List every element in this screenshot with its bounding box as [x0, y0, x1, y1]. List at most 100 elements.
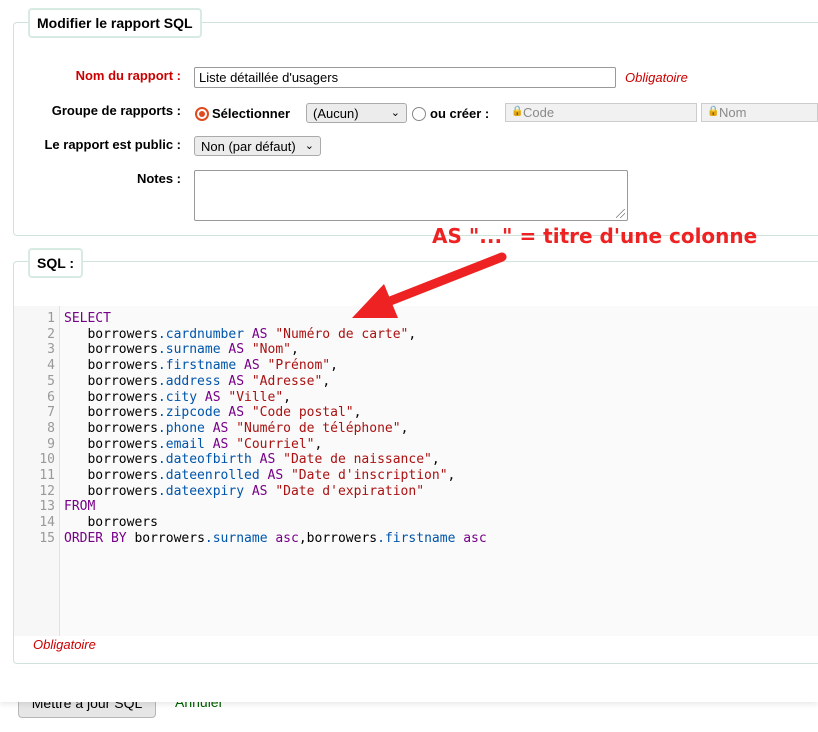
code-token: asc — [267, 530, 299, 546]
code-token: borrowers — [64, 436, 158, 452]
line-number: 2 — [47, 326, 55, 342]
code-token: borrowers — [64, 326, 158, 342]
code-text: borrowers.dateofbirth AS "Date de naissa… — [64, 452, 440, 468]
code-token: "Courriel" — [236, 436, 315, 452]
line-number: 4 — [47, 358, 55, 374]
group-name-placeholder: Nom — [719, 105, 747, 120]
code-token: "Code postal" — [251, 405, 354, 421]
report-public-label: Le rapport est public : — [44, 137, 181, 152]
code-text: borrowers.city AS "Ville", — [64, 390, 291, 406]
code-token: , — [353, 405, 362, 421]
line-number: 10 — [39, 452, 55, 468]
line-number: 14 — [39, 515, 55, 531]
line-number: 3 — [47, 342, 55, 358]
report-public-value: Non (par défaut) — [201, 139, 296, 154]
code-token: AS — [244, 483, 276, 499]
group-create-radio-label: ou créer : — [430, 106, 490, 121]
group-code-input[interactable]: 🔒 Code — [505, 103, 697, 122]
code-token: .firstname — [157, 358, 237, 374]
code-token: "Numéro de carte" — [275, 326, 409, 342]
code-token: borrowers — [64, 420, 158, 436]
line-number: 1 — [47, 311, 55, 326]
code-token: .firstname — [377, 530, 456, 546]
code-token: .address — [157, 373, 221, 389]
code-token: borrowers — [64, 342, 158, 358]
code-token: AS — [220, 342, 252, 358]
arrow-icon — [352, 252, 507, 318]
sql-required-hint: Obligatoire — [33, 637, 96, 652]
code-text: borrowers — [64, 515, 158, 531]
annotation-text: AS "..." = titre d'une colonne — [432, 224, 758, 248]
code-token: "Numéro de téléphone" — [236, 420, 401, 436]
line-number: 5 — [47, 373, 55, 389]
code-token: .city — [157, 389, 198, 405]
report-name-label: Nom du rapport : — [75, 68, 181, 83]
code-token: AS — [204, 420, 237, 436]
code-token: borrowers — [64, 452, 158, 468]
code-token: borrowers — [64, 358, 158, 374]
code-token: AS — [244, 326, 276, 342]
code-token: AS — [236, 358, 268, 374]
code-token: , — [400, 420, 409, 436]
code-token: .surname — [204, 530, 268, 546]
code-token: AS — [220, 373, 252, 389]
code-text: borrowers.dateexpiry AS "Date d'expirati… — [64, 484, 424, 500]
resize-grip-icon[interactable] — [616, 209, 625, 218]
code-token: "Date d'expiration" — [275, 483, 425, 499]
lock-icon: 🔒 — [511, 106, 524, 117]
code-token: .dateexpiry — [157, 483, 245, 499]
line-number: 12 — [39, 483, 55, 499]
report-notes-textarea[interactable] — [194, 170, 628, 221]
code-token: borrowers — [64, 483, 158, 499]
code-token: .surname — [157, 342, 221, 358]
code-token: borrowers — [126, 530, 205, 546]
chevron-down-icon: ⌄ — [390, 107, 400, 119]
code-token: AS — [197, 389, 229, 405]
code-token: , — [431, 452, 440, 468]
line-number: 15 — [39, 530, 55, 546]
code-text: borrowers.cardnumber AS "Numéro de carte… — [64, 327, 416, 343]
code-token: AS — [251, 452, 284, 468]
report-name-input[interactable] — [194, 67, 616, 88]
code-text: borrowers.firstname AS "Prénom", — [64, 358, 338, 374]
code-token: asc — [455, 530, 487, 546]
code-token: "Prénom" — [267, 358, 331, 374]
sql-code-editor[interactable]: 1 SELECT 2 borrowers.cardnumber AS "Numéro… — [14, 306, 818, 636]
report-public-select[interactable]: Non (par défaut) ⌄ — [194, 136, 321, 156]
group-name-input[interactable]: 🔒 Nom — [701, 103, 818, 122]
code-token: borrowers — [64, 373, 158, 389]
line-number: 13 — [39, 499, 55, 515]
group-select-radio-label: Sélectionner — [212, 106, 291, 121]
code-token: , — [330, 358, 338, 374]
code-token: .dateenrolled — [157, 468, 260, 483]
code-token: .zipcode — [157, 405, 221, 421]
sql-legend: SQL : — [28, 248, 84, 278]
report-legend: Modifier le rapport SQL — [28, 8, 202, 38]
code-text: borrowers.phone AS "Numéro de téléphone"… — [64, 421, 408, 437]
code-token: AS — [220, 405, 252, 421]
code-token: , — [322, 373, 331, 389]
group-select-radio[interactable] — [195, 107, 209, 121]
code-text: borrowers.dateenrolled AS "Date d'inscri… — [64, 468, 455, 484]
code-text: SELECT — [64, 311, 111, 327]
code-text: FROM — [64, 499, 95, 515]
chevron-down-icon: ⌄ — [304, 140, 314, 152]
code-token: FROM — [64, 499, 96, 515]
code-token: , — [447, 468, 456, 483]
code-token: "Ville" — [228, 389, 284, 405]
code-token: borrowers — [64, 405, 158, 421]
sticky-toolbar — [0, 668, 818, 702]
line-number: 9 — [47, 436, 55, 452]
report-name-required-hint: Obligatoire — [625, 70, 688, 85]
code-token: .cardnumber — [157, 326, 245, 342]
code-token: borrowers — [64, 389, 158, 405]
code-text: borrowers.surname AS "Nom", — [64, 342, 298, 358]
code-token: borrowers — [64, 515, 158, 531]
code-token: .email — [157, 436, 205, 452]
lock-icon: 🔒 — [707, 106, 720, 117]
group-code-placeholder: Code — [523, 105, 555, 120]
report-notes-label: Notes : — [136, 171, 181, 186]
group-create-radio[interactable] — [412, 107, 426, 121]
group-select-dropdown[interactable]: (Aucun) ⌄ — [306, 103, 407, 123]
code-token: , — [408, 326, 417, 342]
